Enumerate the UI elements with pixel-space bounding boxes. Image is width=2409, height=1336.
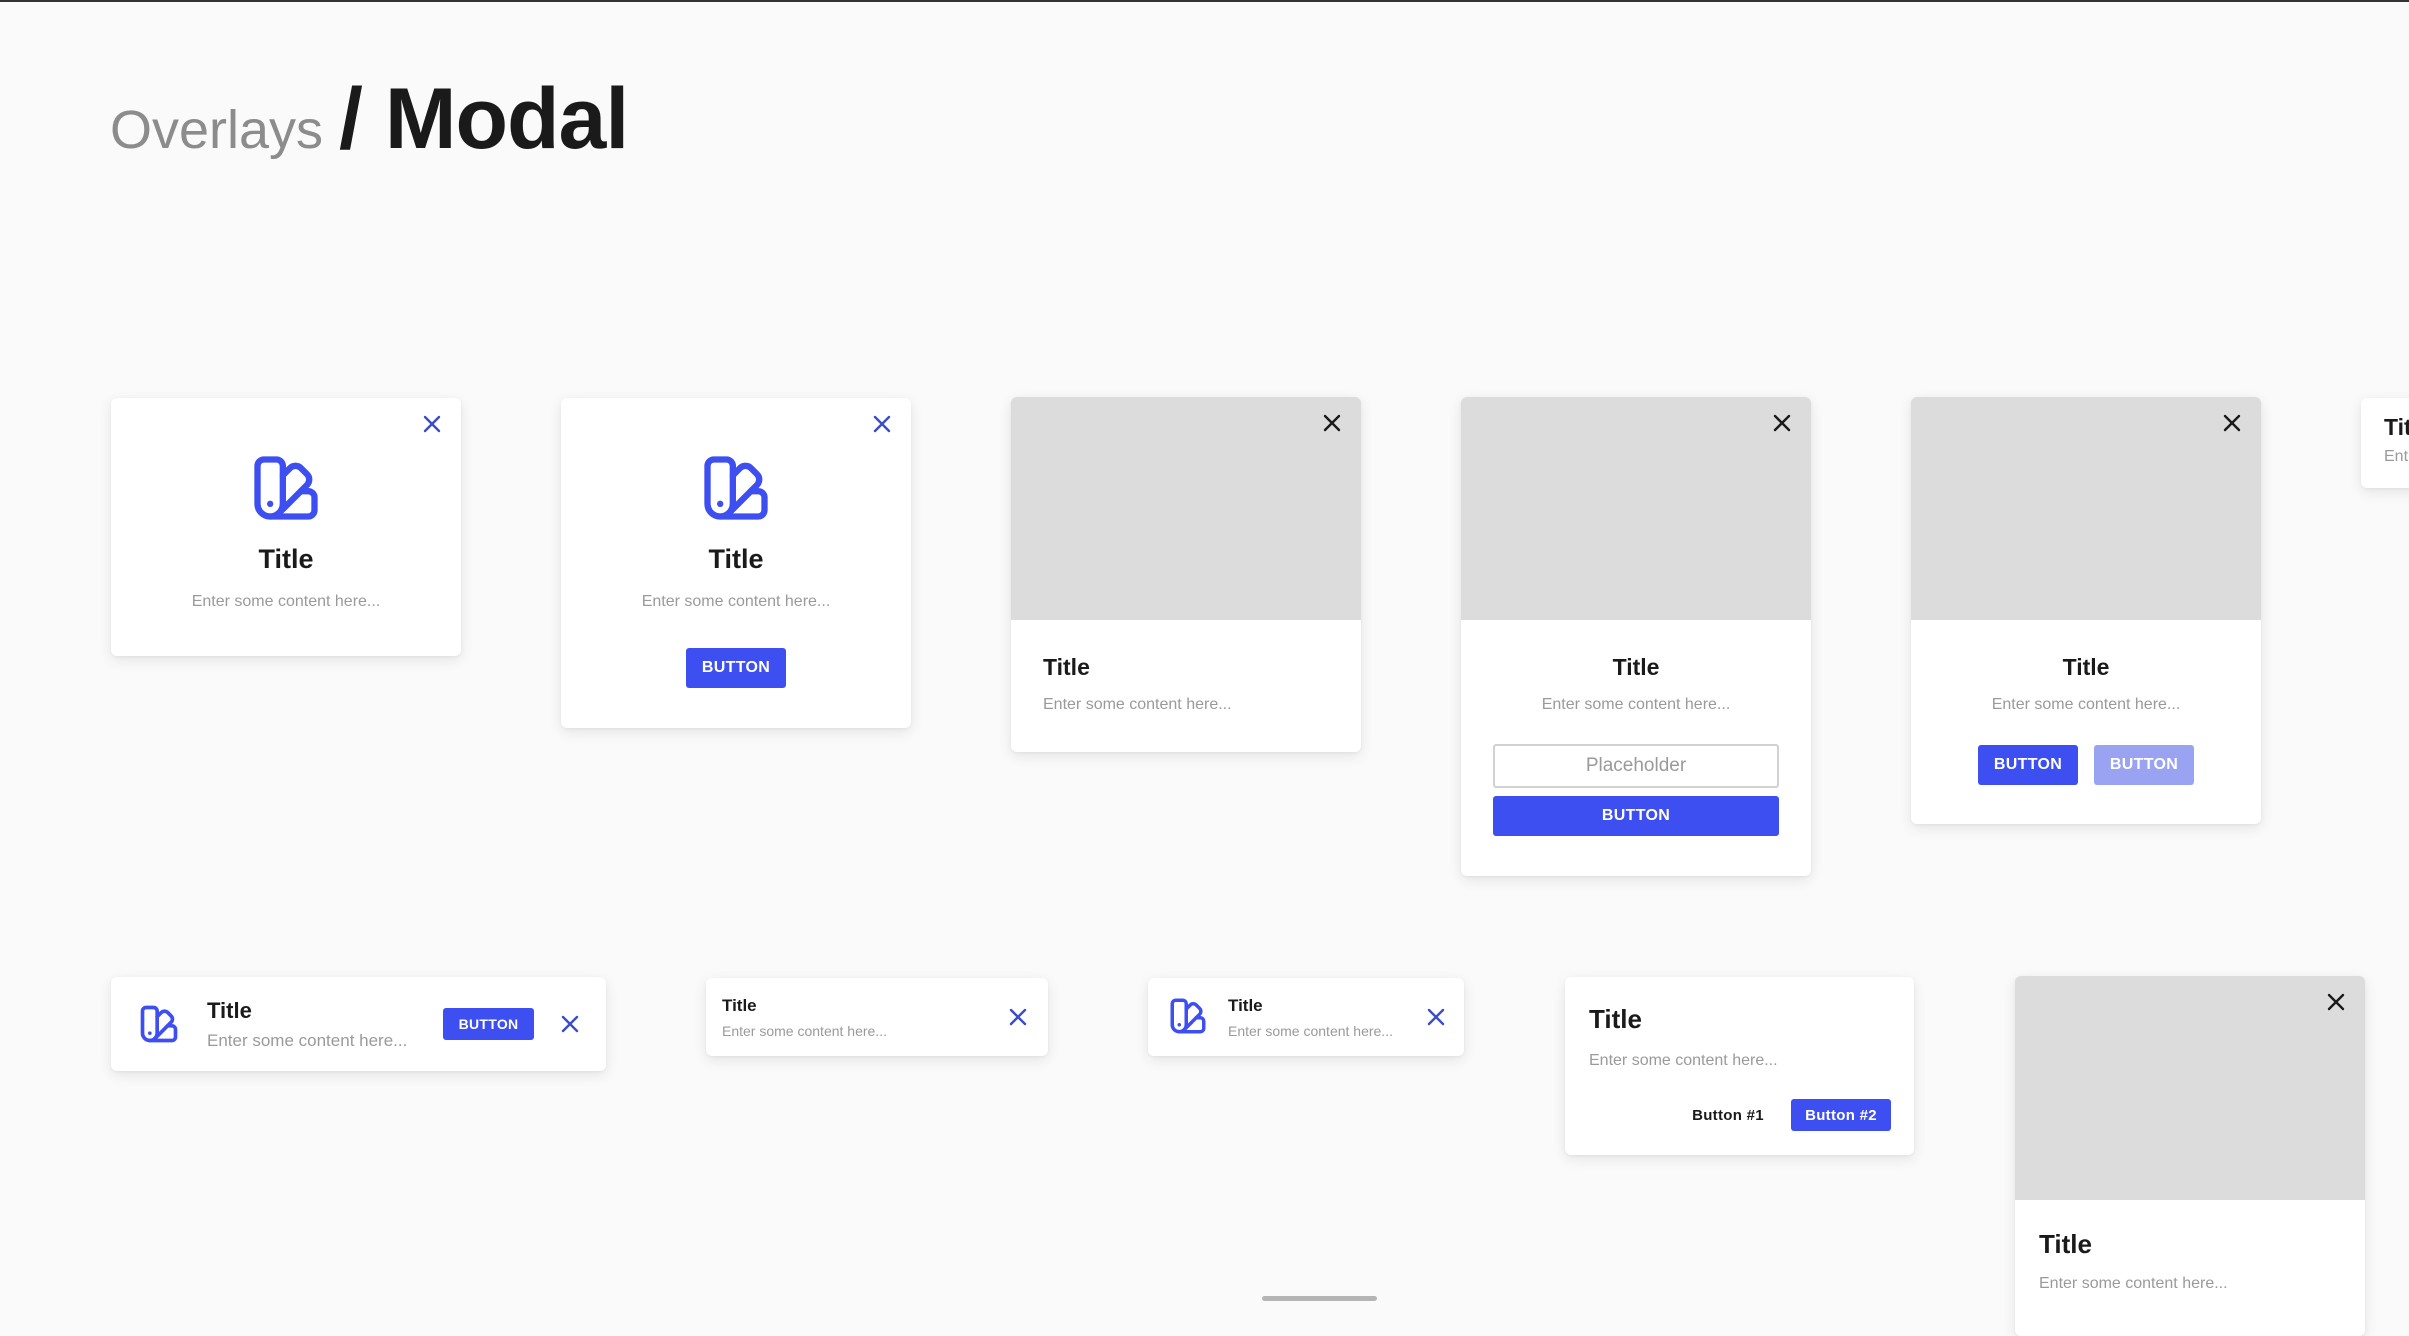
text-input[interactable]	[1493, 744, 1779, 788]
modal-title: Title	[2062, 654, 2110, 680]
image-placeholder	[1461, 397, 1811, 620]
modal-title: Title	[1589, 1004, 1642, 1034]
close-icon[interactable]	[2220, 411, 2244, 435]
banner-icon-text: Title Enter some content here...	[1148, 978, 1464, 1056]
modal-title: Title	[1612, 654, 1660, 680]
modal-content: Ent	[2384, 448, 2409, 465]
modal-title: Title	[2039, 1229, 2092, 1259]
button-1[interactable]: Button #1	[1678, 1099, 1778, 1131]
banner-title: Title	[1228, 996, 1263, 1015]
modal-content: Enter some content here...	[2039, 1275, 2228, 1292]
banner-title: Title	[207, 998, 252, 1023]
modal-image-two-buttons: Title Enter some content here... BUTTON …	[1911, 397, 2261, 824]
swatch-book-icon	[704, 456, 768, 520]
modal-partial: Tit Ent	[2361, 398, 2409, 488]
page-heading: Overlays / Modal	[110, 70, 629, 169]
modal-content: Enter some content here...	[641, 593, 831, 610]
modal-content: Enter some content here...	[1589, 1052, 1778, 1069]
close-icon[interactable]	[1006, 1005, 1030, 1029]
modal-content: Enter some content here...	[1043, 696, 1232, 713]
button-2[interactable]: Button #2	[1791, 1099, 1891, 1131]
primary-button[interactable]: BUTTON	[686, 648, 786, 688]
horizontal-scrollbar[interactable]	[1262, 1296, 1377, 1301]
close-icon[interactable]	[558, 1012, 582, 1036]
modal-content: Enter some content here...	[191, 593, 381, 610]
image-placeholder	[2015, 976, 2365, 1200]
primary-button[interactable]: BUTTON	[443, 1008, 534, 1040]
close-icon[interactable]	[1320, 411, 1344, 435]
page-title: / Modal	[339, 71, 629, 167]
image-placeholder	[1011, 397, 1361, 620]
modal-icon-button: Title Enter some content here... BUTTON	[561, 398, 911, 728]
swatch-book-icon	[254, 456, 318, 520]
primary-button[interactable]: BUTTON	[1493, 796, 1779, 836]
modal-content: Enter some content here...	[1541, 696, 1731, 713]
modal-title: Title	[708, 544, 764, 574]
modal-title: Title	[1043, 654, 1090, 680]
modal-image-bottom: Title Enter some content here...	[2015, 976, 2365, 1336]
modal-content: Enter some content here...	[1991, 696, 2181, 713]
top-border	[0, 0, 2409, 2]
banner-title: Title	[722, 996, 757, 1015]
breadcrumb[interactable]: Overlays	[110, 100, 323, 160]
modal-title: Title	[258, 544, 314, 574]
modal-image-input: Title Enter some content here... BUTTON	[1461, 397, 1811, 876]
banner-text: Title Enter some content here...	[706, 978, 1048, 1056]
swatch-book-icon	[1170, 998, 1206, 1034]
close-icon[interactable]	[1424, 1005, 1448, 1029]
close-icon[interactable]	[420, 412, 444, 436]
modal-two-buttons: Title Enter some content here... Button …	[1565, 977, 1914, 1155]
banner-content: Enter some content here...	[722, 1023, 887, 1039]
secondary-button[interactable]: BUTTON	[2094, 745, 2194, 785]
modal-image-basic: Title Enter some content here...	[1011, 397, 1361, 752]
banner-icon-button: Title Enter some content here... BUTTON	[111, 977, 606, 1071]
banner-content: Enter some content here...	[207, 1031, 408, 1050]
close-icon[interactable]	[2324, 990, 2348, 1014]
image-placeholder	[1911, 397, 2261, 620]
close-icon[interactable]	[870, 412, 894, 436]
primary-button[interactable]: BUTTON	[1978, 745, 2078, 785]
modal-title: Tit	[2384, 414, 2409, 440]
close-icon[interactable]	[1770, 411, 1794, 435]
modal-icon-basic: Title Enter some content here...	[111, 398, 461, 656]
banner-content: Enter some content here...	[1228, 1023, 1393, 1039]
swatch-book-icon	[140, 1005, 178, 1043]
